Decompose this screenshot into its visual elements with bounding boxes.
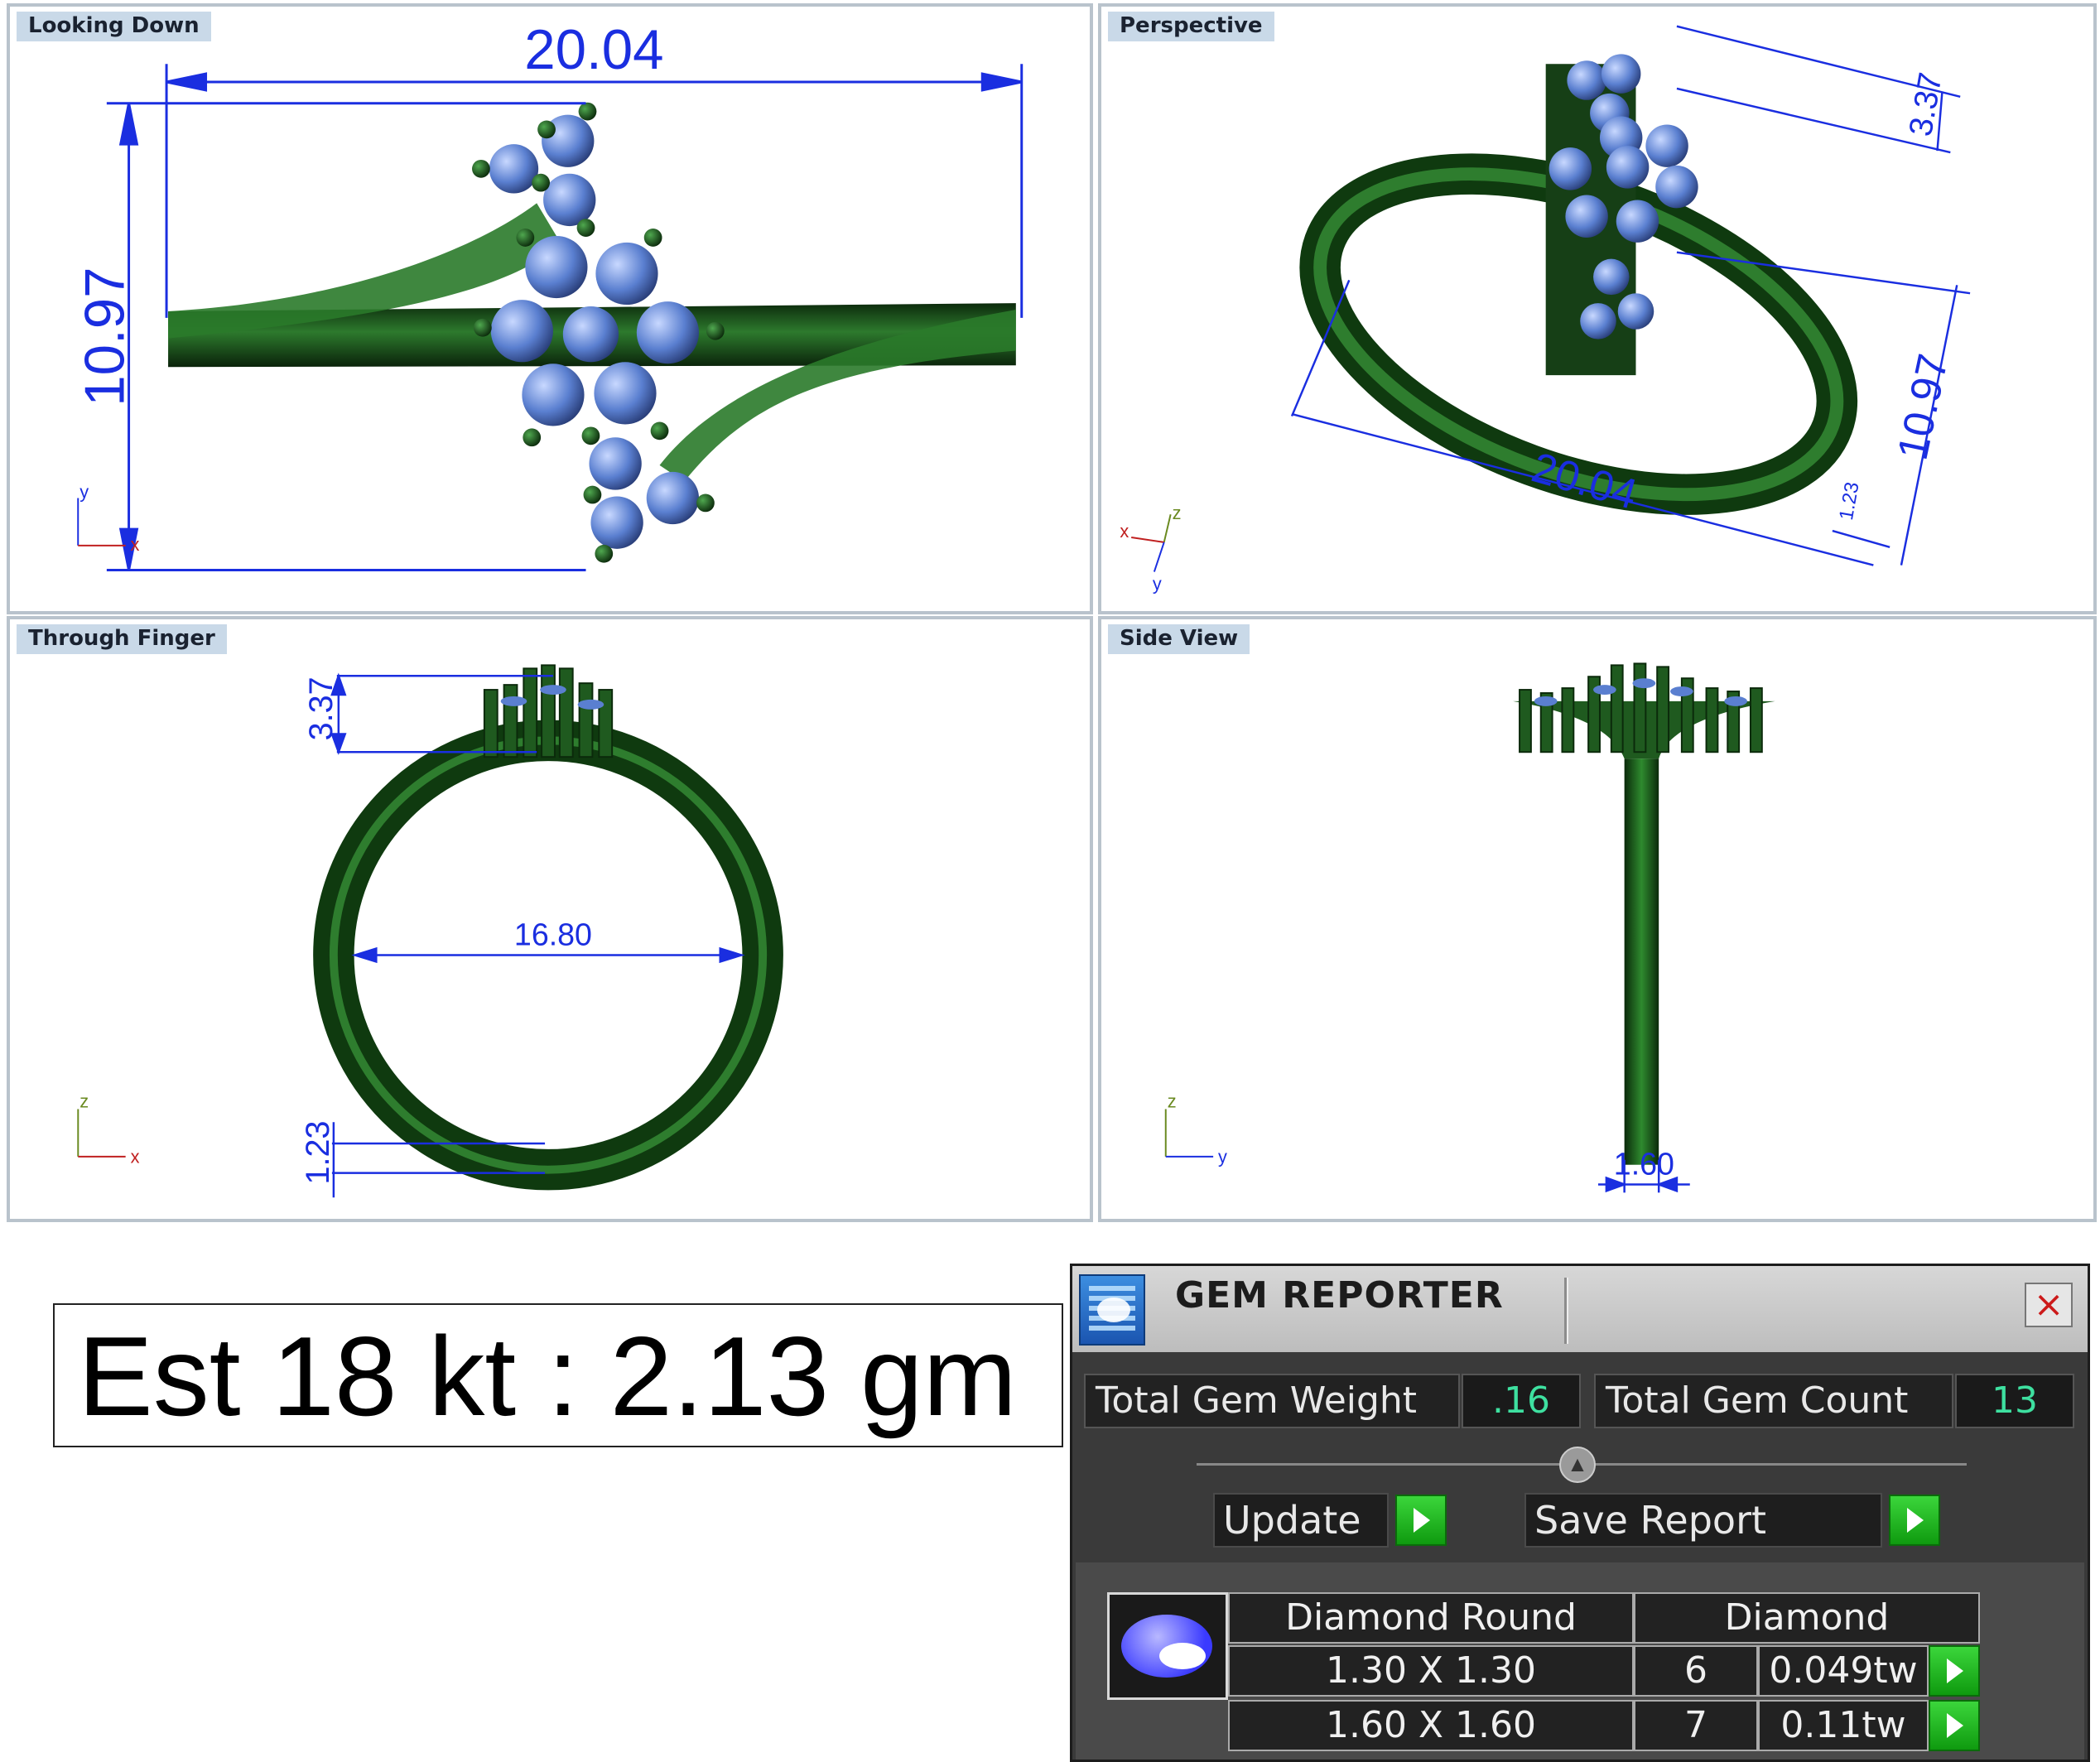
through-finger-canvas: 3.37 16.80 1.23 z x [77,664,783,1198]
viewport-label: Perspective [1108,12,1274,41]
row-play-icon[interactable] [1929,1700,1980,1751]
viewport-label: Side View [1108,624,1250,654]
dim-width-text: 20.04 [524,19,663,81]
close-icon[interactable]: × [2025,1283,2073,1327]
row-size: 1.60 X 1.60 [1228,1700,1634,1751]
viewport-perspective[interactable]: 3.37 20.04 10.97 1.23 z x y Perspective [1098,3,2097,614]
axis-label-b: x [1120,521,1129,542]
save-report-play-icon[interactable] [1889,1495,1940,1546]
dim-inner-text: 16.80 [514,917,592,952]
dim-height-text: 10.97 [1888,349,1957,464]
gem-reporter-titlebar[interactable]: GEM REPORTER × [1072,1266,2088,1352]
header-shape: Diamond Round [1228,1592,1634,1644]
axis-gizmo: z x [77,1090,140,1167]
save-report-button[interactable]: Save Report [1524,1493,1882,1548]
header-type: Diamond [1634,1592,1980,1644]
axis-label-b: x [131,534,140,555]
axis-label-a: z [79,1090,89,1111]
total-gem-count-label: Total Gem Count [1594,1374,1953,1428]
row-weight: 0.049tw [1758,1645,1929,1697]
row-count: 6 [1634,1645,1758,1697]
dim-top-text: 3.37 [303,676,340,740]
perspective-canvas: 3.37 20.04 10.97 1.23 z x y [1120,25,1971,594]
collapse-up-icon[interactable]: ▲ [1559,1447,1596,1483]
titlebar-divider [1564,1278,1568,1344]
dim-depth-text: 3.37 [1902,70,1949,138]
gem-reporter-logo-icon [1079,1274,1145,1346]
round-diamond-icon[interactable] [1107,1592,1228,1700]
viewport-label: Through Finger [17,624,227,654]
row-play-icon[interactable] [1929,1645,1980,1697]
metal-weight-text: Est 18 kt : 2.13 gm [78,1313,1017,1439]
dim-shank-text: 1.60 [1614,1147,1674,1182]
dim-height-text: 10.97 [75,267,137,406]
looking-down-canvas: 20.04 10.97 y x [75,19,1024,572]
total-gem-weight-label: Total Gem Weight [1084,1374,1460,1428]
side-view-canvas: 1.60 z y [1164,662,1775,1193]
update-button[interactable]: Update [1213,1493,1389,1548]
axis-label-b: x [131,1147,140,1167]
gem-reporter-title: GEM REPORTER [1175,1274,1504,1317]
axis-label-a: y [79,481,89,502]
axis-label-b: y [1218,1147,1227,1167]
total-gem-weight-value: .16 [1462,1374,1581,1428]
axis-label-a: z [1168,1090,1177,1111]
viewport-label: Looking Down [17,12,211,41]
gem-reporter-panel: GEM REPORTER × Total Gem Weight .16 Tota… [1070,1264,2090,1762]
update-play-icon[interactable] [1395,1495,1447,1546]
row-count: 7 [1634,1700,1758,1751]
row-weight: 0.11tw [1758,1700,1929,1751]
axis-gizmo: y x [77,481,140,555]
axis-gizmo: z y [1164,1090,1227,1167]
dim-small-text: 1.23 [1836,480,1864,522]
metal-weight-box: Est 18 kt : 2.13 gm [53,1303,1063,1447]
viewport-side-view[interactable]: 1.60 z y Side View [1098,616,2097,1222]
axis-label-c: y [1153,573,1162,594]
dim-length-text: 20.04 [1527,443,1643,518]
dim-bottom-text: 1.23 [300,1120,336,1184]
axis-label-a: z [1173,503,1182,523]
row-size: 1.30 X 1.30 [1228,1645,1634,1697]
viewport-looking-down[interactable]: 20.04 10.97 y x Looking Down [7,3,1093,614]
total-gem-count-value: 13 [1955,1374,2074,1428]
gem-table: Diamond Round Diamond 1.30 X 1.30 6 0.04… [1076,1562,2084,1760]
viewport-through-finger[interactable]: 3.37 16.80 1.23 z x Through Finger [7,616,1093,1222]
axis-gizmo: z x y [1120,503,1181,594]
